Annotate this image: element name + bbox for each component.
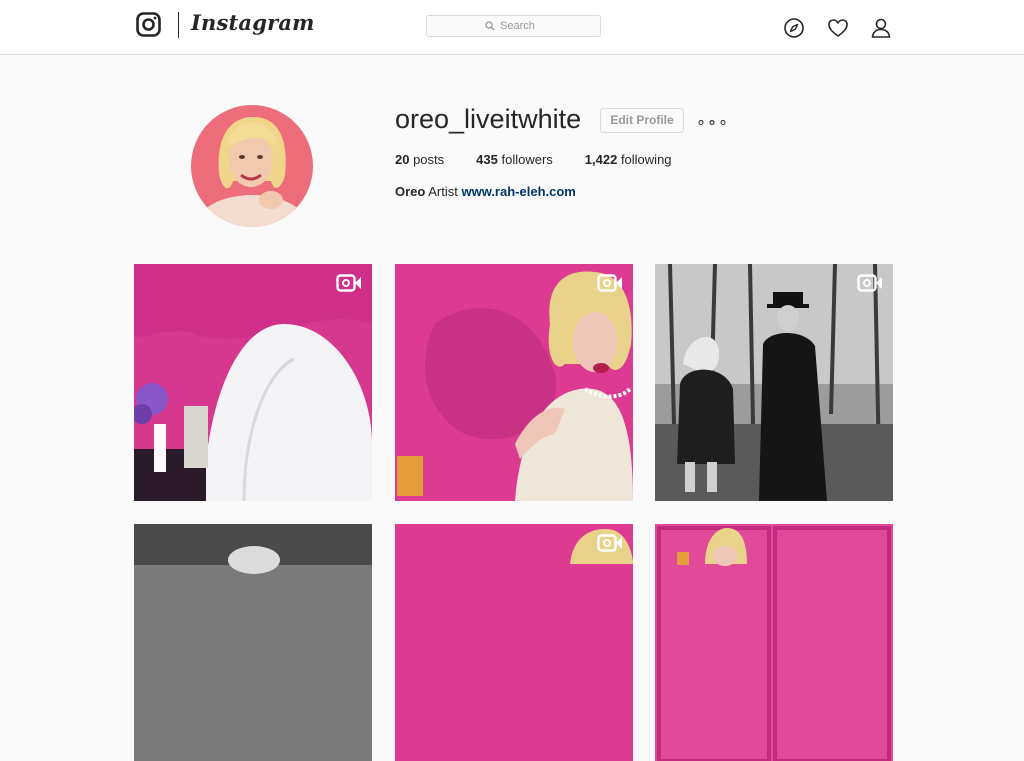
user-icon[interactable] — [870, 17, 892, 39]
video-camera-icon — [857, 274, 882, 292]
post-thumbnail — [395, 264, 633, 501]
search-icon — [485, 21, 495, 31]
followers-count: 435 — [476, 152, 498, 167]
profile-avatar[interactable] — [191, 105, 313, 227]
following-label: following — [617, 152, 672, 167]
posts-stat: 20 posts — [395, 152, 444, 167]
more-options-button[interactable]: ∘∘∘ — [696, 112, 729, 132]
video-camera-icon — [597, 274, 622, 292]
video-camera-icon — [336, 274, 361, 292]
post-thumbnail — [134, 264, 372, 501]
following-stat[interactable]: 1,422 following — [585, 152, 672, 167]
video-camera-icon — [597, 534, 622, 552]
heart-icon[interactable] — [827, 17, 849, 39]
search-input[interactable]: Search — [426, 15, 601, 37]
compass-icon[interactable] — [783, 17, 805, 39]
post-thumbnail — [395, 524, 633, 761]
grid-post[interactable] — [134, 264, 372, 501]
bio-website-link[interactable]: www.rah-eleh.com — [461, 184, 575, 199]
instagram-wordmark[interactable]: Instagram — [191, 10, 315, 35]
post-thumbnail — [134, 524, 372, 761]
grid-post[interactable] — [395, 524, 633, 761]
bio-text: Artist — [425, 184, 462, 199]
profile-bio: Oreo Artist www.rah-eleh.com — [395, 184, 576, 199]
profile-username: oreo_liveitwhite — [395, 104, 582, 134]
posts-label: posts — [409, 152, 445, 167]
edit-profile-button[interactable]: Edit Profile — [600, 108, 684, 133]
following-count: 1,422 — [584, 152, 618, 167]
followers-label: followers — [497, 152, 553, 167]
grid-post[interactable] — [134, 524, 372, 761]
post-thumbnail — [655, 524, 893, 761]
grid-post[interactable] — [655, 524, 893, 761]
grid-post[interactable] — [655, 264, 893, 501]
logo-divider — [178, 12, 179, 38]
post-thumbnail — [655, 264, 893, 501]
followers-stat[interactable]: 435 followers — [476, 152, 553, 167]
search-placeholder: Search — [500, 20, 535, 32]
grid-post[interactable] — [395, 264, 633, 501]
posts-count: 20 — [395, 152, 410, 167]
instagram-glyph-icon[interactable] — [136, 12, 161, 37]
top-navigation-bar: Instagram Search — [0, 0, 1024, 55]
bio-name: Oreo — [395, 184, 426, 199]
profile-stats: 20 posts 435 followers 1,422 following — [395, 152, 704, 167]
